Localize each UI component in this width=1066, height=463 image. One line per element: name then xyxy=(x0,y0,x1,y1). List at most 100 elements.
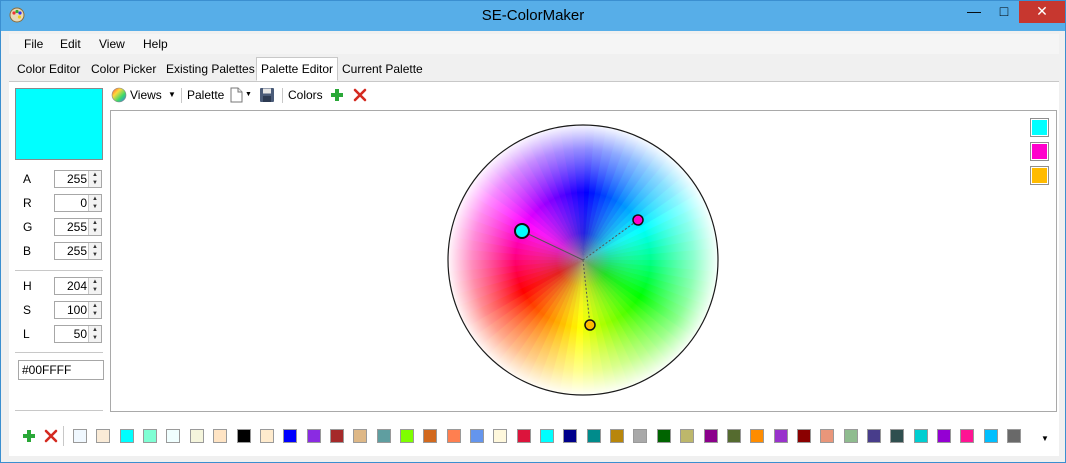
new-document-icon[interactable] xyxy=(230,87,243,103)
palette-swatch[interactable] xyxy=(843,429,858,443)
lightness-label: L xyxy=(23,327,30,341)
color-marker-orange[interactable] xyxy=(584,319,596,331)
spin-arrows-icon[interactable]: ▲ ▼ xyxy=(88,278,101,294)
divider xyxy=(15,352,103,353)
hue-label: H xyxy=(23,279,32,293)
tab-color-editor[interactable]: Color Editor xyxy=(13,59,84,79)
menu-bar: File Edit View Help xyxy=(9,34,1059,54)
green-spinbox[interactable]: 255 ▲ ▼ xyxy=(54,218,102,236)
palette-swatch[interactable] xyxy=(119,429,134,443)
color-wheel-canvas[interactable] xyxy=(110,110,1057,412)
menu-help[interactable]: Help xyxy=(136,34,175,54)
editor-toolbar: Views ▼ Palette ▼ Colors xyxy=(109,84,1055,106)
palette-swatch[interactable] xyxy=(937,429,951,443)
spin-arrows-icon[interactable]: ▲ ▼ xyxy=(88,171,101,187)
blue-spinbox[interactable]: 255 ▲ ▼ xyxy=(54,242,102,260)
current-color-swatch[interactable] xyxy=(15,88,103,160)
minimize-button[interactable]: — xyxy=(959,1,989,23)
palette-swatch[interactable] xyxy=(656,429,671,443)
palette-swatch[interactable] xyxy=(470,429,484,443)
menu-view[interactable]: View xyxy=(92,34,132,54)
new-dropdown-icon[interactable]: ▼ xyxy=(245,84,252,106)
palette-swatch[interactable] xyxy=(820,429,835,443)
views-dropdown-icon[interactable]: ▼ xyxy=(168,84,176,106)
menu-edit[interactable]: Edit xyxy=(53,34,88,54)
tab-color-picker[interactable]: Color Picker xyxy=(87,59,160,79)
tab-current-palette[interactable]: Current Palette xyxy=(338,59,427,79)
selected-color-3[interactable] xyxy=(1030,166,1049,185)
palette-swatch[interactable] xyxy=(446,429,461,443)
palette-swatch[interactable] xyxy=(586,429,601,443)
add-palette-color-icon[interactable] xyxy=(22,429,36,443)
palette-swatch[interactable] xyxy=(866,429,881,443)
palette-swatch[interactable] xyxy=(516,429,531,443)
color-marker-magenta[interactable] xyxy=(632,214,644,226)
hue-spinbox[interactable]: 204 ▲ ▼ xyxy=(54,277,102,295)
spin-arrows-icon[interactable]: ▲ ▼ xyxy=(88,243,101,259)
maximize-button[interactable]: □ xyxy=(989,1,1019,23)
palette-swatch[interactable] xyxy=(796,429,811,443)
views-button[interactable]: Views xyxy=(130,84,162,106)
menu-file[interactable]: File xyxy=(17,34,50,54)
palette-swatch[interactable] xyxy=(423,429,438,443)
spin-arrows-icon[interactable]: ▲ ▼ xyxy=(88,219,101,235)
color-wheel[interactable] xyxy=(111,111,1056,411)
red-spinbox[interactable]: 0 ▲ ▼ xyxy=(54,194,102,212)
palette-swatch[interactable] xyxy=(1007,429,1021,443)
palette-swatch[interactable] xyxy=(143,429,158,443)
spin-arrows-icon[interactable]: ▲ ▼ xyxy=(88,302,101,318)
alpha-value: 255 xyxy=(66,172,87,186)
tab-palette-editor[interactable]: Palette Editor xyxy=(256,57,339,81)
palette-swatch[interactable] xyxy=(236,429,251,443)
palette-swatch[interactable] xyxy=(773,429,788,443)
palette-swatch[interactable] xyxy=(399,429,414,443)
palette-swatch[interactable] xyxy=(540,429,554,443)
remove-color-icon[interactable] xyxy=(353,88,367,102)
divider xyxy=(15,410,103,411)
palette-swatch[interactable] xyxy=(189,429,204,443)
remove-palette-color-icon[interactable] xyxy=(44,429,58,443)
selected-color-2[interactable] xyxy=(1030,142,1049,161)
palette-swatch[interactable] xyxy=(680,429,695,443)
color-marker-cyan[interactable] xyxy=(514,223,530,239)
save-icon[interactable] xyxy=(259,87,275,103)
palette-swatch[interactable] xyxy=(283,429,298,443)
palette-bar: ▼ xyxy=(9,422,1059,452)
hex-color-input[interactable] xyxy=(18,360,104,380)
alpha-spinbox[interactable]: 255 ▲ ▼ xyxy=(54,170,102,188)
spin-arrows-icon[interactable]: ▲ ▼ xyxy=(88,195,101,211)
selected-color-1[interactable] xyxy=(1030,118,1049,137)
lightness-spinbox[interactable]: 50 ▲ ▼ xyxy=(54,325,102,343)
palette-swatch[interactable] xyxy=(726,429,741,443)
green-label: G xyxy=(23,220,33,234)
palette-swatch[interactable] xyxy=(376,429,391,443)
palette-swatch[interactable] xyxy=(73,429,87,443)
palette-swatch[interactable] xyxy=(563,429,578,443)
palette-swatch[interactable] xyxy=(329,429,344,443)
add-color-icon[interactable] xyxy=(330,88,344,102)
palette-swatch[interactable] xyxy=(633,429,648,443)
palette-swatch[interactable] xyxy=(750,429,765,443)
palette-swatch[interactable] xyxy=(493,429,508,443)
palette-swatch[interactable] xyxy=(960,429,975,443)
palette-swatch[interactable] xyxy=(96,429,111,443)
palette-swatch[interactable] xyxy=(353,429,368,443)
palette-swatch[interactable] xyxy=(913,429,928,443)
tab-existing-palettes[interactable]: Existing Palettes xyxy=(162,59,259,79)
palette-swatch[interactable] xyxy=(259,429,274,443)
palette-swatch[interactable] xyxy=(213,429,228,443)
palette-swatch[interactable] xyxy=(610,429,625,443)
palette-swatch[interactable] xyxy=(983,429,998,443)
green-value: 255 xyxy=(66,220,87,234)
close-button[interactable]: ✕ xyxy=(1019,1,1065,23)
saturation-spinbox[interactable]: 100 ▲ ▼ xyxy=(54,301,102,319)
palette-swatch[interactable] xyxy=(890,429,905,443)
overflow-chevron-icon[interactable]: ▼ xyxy=(1041,434,1049,443)
palette-bar-separator xyxy=(63,426,64,446)
palette-swatch[interactable] xyxy=(306,429,321,443)
spin-arrows-icon[interactable]: ▲ ▼ xyxy=(88,326,101,342)
blue-value: 255 xyxy=(66,244,87,258)
palette-swatch[interactable] xyxy=(703,429,718,443)
tab-strip: Color Editor Color Picker Existing Palet… xyxy=(9,57,1059,82)
palette-swatch[interactable] xyxy=(166,429,181,443)
